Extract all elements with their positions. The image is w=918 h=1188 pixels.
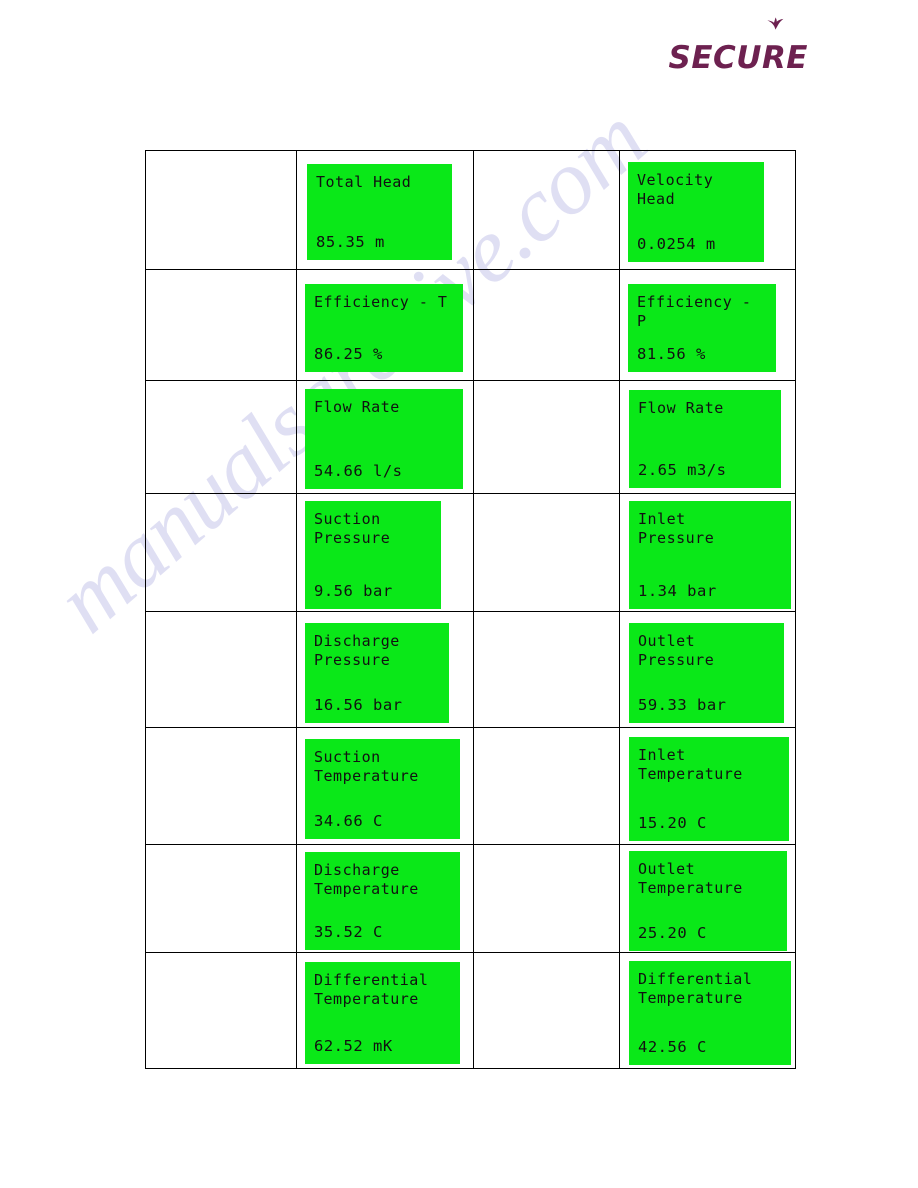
lcd-value: 1.34 bar [638,581,717,600]
lcd-cell-left: Differential Temperature 62.52 mK [296,952,474,1069]
lcd-label: Differential Temperature [638,969,753,1007]
lcd-label: Efficiency - P [637,292,752,330]
table-body: Total Head 85.35 m Velocity Head 0.0254 … [145,150,796,1069]
spacer-cell-left [145,150,297,270]
page-header: SECURE [0,0,918,100]
lcd-value: 34.66 C [314,811,383,830]
lcd-screen[interactable]: Inlet Temperature 15.20 C [629,736,789,841]
table-row: Discharge Pressure 16.56 bar Outlet Pres… [145,611,796,728]
spacer-cell-left [145,844,297,953]
spacer-cell-right [473,380,620,494]
spacer-cell-left [145,493,297,612]
lcd-cell-left: Total Head 85.35 m [296,150,474,270]
lcd-value: 85.35 m [316,233,385,251]
lcd-value: 9.56 bar [314,581,393,600]
table-row: Flow Rate 54.66 l/s Flow Rate 2.65 m3/s [145,380,796,494]
lcd-value: 86.25 % [314,344,383,363]
lcd-cell-left: Discharge Pressure 16.56 bar [296,611,474,728]
lcd-cell-right: Outlet Temperature 25.20 C [619,844,796,953]
spacer-cell-left [145,269,297,381]
logo-wordmark: SECURE [668,40,808,76]
lcd-screen[interactable]: Differential Temperature 62.52 mK [305,961,460,1064]
lcd-label: Inlet Temperature [638,745,743,783]
lcd-value: 81.56 % [637,344,706,363]
lcd-screen[interactable]: Suction Temperature 34.66 C [305,738,460,839]
lcd-screen[interactable]: Discharge Temperature 35.52 C [305,852,460,950]
table-row: Suction Temperature 34.66 C Inlet Temper… [145,727,796,845]
measurement-screens-table: Total Head 85.35 m Velocity Head 0.0254 … [145,150,796,1069]
lcd-cell-right: Flow Rate 2.65 m3/s [619,380,796,494]
lcd-cell-left: Suction Temperature 34.66 C [296,727,474,845]
lcd-cell-left: Discharge Temperature 35.52 C [296,844,474,953]
lcd-label: Inlet Pressure [638,509,715,547]
table-row: Discharge Temperature 35.52 C Outlet Tem… [145,844,796,953]
lcd-value: 54.66 l/s [314,461,403,480]
table-row: Total Head 85.35 m Velocity Head 0.0254 … [145,150,796,270]
lcd-label: Outlet Pressure [638,631,715,669]
lcd-label: Total Head [316,173,412,191]
lcd-value: 25.20 C [638,923,707,942]
lcd-screen[interactable]: Discharge Pressure 16.56 bar [305,622,449,723]
lcd-screen[interactable]: Outlet Temperature 25.20 C [629,850,787,951]
lcd-screen[interactable]: Suction Pressure 9.56 bar [305,500,441,609]
lcd-value: 42.56 C [638,1037,707,1056]
lcd-value: 35.52 C [314,923,383,941]
lcd-cell-left: Flow Rate 54.66 l/s [296,380,474,494]
lcd-screen[interactable]: Differential Temperature 42.56 C [629,960,791,1065]
spacer-cell-left [145,952,297,1069]
spacer-cell-left [145,727,297,845]
lcd-cell-right: Inlet Temperature 15.20 C [619,727,796,845]
spacer-cell-right [473,611,620,728]
lcd-cell-right: Efficiency - P 81.56 % [619,269,796,381]
spacer-cell-left [145,611,297,728]
lcd-screen[interactable]: Flow Rate 54.66 l/s [305,388,463,489]
spacer-cell-right [473,493,620,612]
lcd-value: 16.56 bar [314,695,403,714]
spacer-cell-right [473,269,620,381]
table-row: Differential Temperature 62.52 mK Differ… [145,952,796,1069]
lcd-value: 62.52 mK [314,1036,393,1055]
lcd-screen[interactable]: Flow Rate 2.65 m3/s [629,389,781,488]
lcd-label: Suction Temperature [314,747,419,785]
lcd-screen[interactable]: Inlet Pressure 1.34 bar [629,500,791,609]
secure-logo: SECURE [668,17,808,76]
lcd-value: 15.20 C [638,813,707,832]
lcd-cell-right: Differential Temperature 42.56 C [619,952,796,1069]
bird-icon [767,17,784,30]
lcd-label: Differential Temperature [314,970,429,1008]
lcd-label: Efficiency - T [314,292,448,311]
spacer-cell-right [473,952,620,1069]
spacer-cell-right [473,844,620,953]
lcd-cell-left: Suction Pressure 9.56 bar [296,493,474,612]
lcd-cell-right: Inlet Pressure 1.34 bar [619,493,796,612]
lcd-screen[interactable]: Efficiency - P 81.56 % [628,283,776,372]
lcd-screen[interactable]: Total Head 85.35 m [307,164,452,260]
lcd-label: Suction Pressure [314,509,391,547]
lcd-value: 59.33 bar [638,695,727,714]
lcd-label: Outlet Temperature [638,859,743,897]
spacer-cell-right [473,150,620,270]
lcd-screen[interactable]: Velocity Head 0.0254 m [628,161,764,262]
lcd-label: Flow Rate [638,398,724,417]
lcd-cell-right: Outlet Pressure 59.33 bar [619,611,796,728]
table-row: Efficiency - T 86.25 % Efficiency - P 81… [145,269,796,381]
lcd-label: Discharge Pressure [314,631,400,669]
lcd-screen[interactable]: Efficiency - T 86.25 % [305,283,463,372]
lcd-cell-right: Velocity Head 0.0254 m [619,150,796,270]
document-page: manualsarchive.com SECURE Total Head 85.… [0,0,918,1188]
spacer-cell-left [145,380,297,494]
lcd-label: Velocity Head [637,170,714,208]
lcd-label: Flow Rate [314,397,400,416]
lcd-value: 2.65 m3/s [638,460,727,479]
lcd-label: Discharge Temperature [314,861,419,898]
lcd-screen[interactable]: Outlet Pressure 59.33 bar [629,622,784,723]
lcd-value: 0.0254 m [637,234,716,253]
spacer-cell-right [473,727,620,845]
lcd-cell-left: Efficiency - T 86.25 % [296,269,474,381]
table-row: Suction Pressure 9.56 bar Inlet Pressure… [145,493,796,612]
